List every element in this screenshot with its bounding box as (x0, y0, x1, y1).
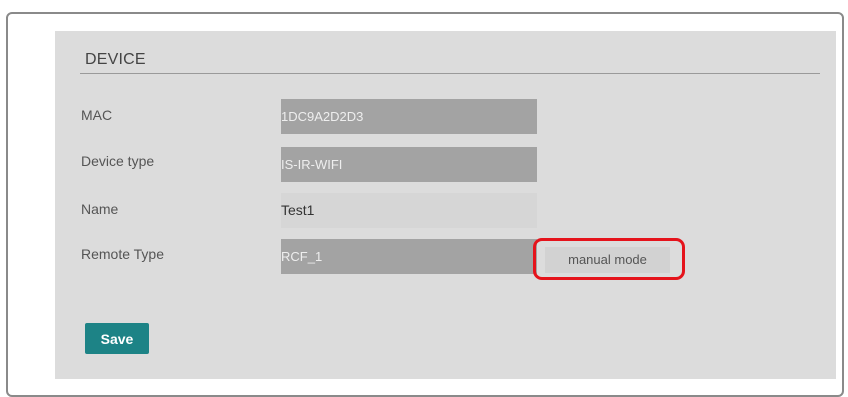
remote-type-value: RCF_1 (281, 249, 323, 264)
remote-type-label: Remote Type (81, 246, 165, 262)
device-type-value: IS-IR-WIFI (281, 157, 343, 172)
remote-type-field: RCF_1 (281, 239, 537, 274)
name-input[interactable] (281, 193, 537, 228)
device-type-field: IS-IR-WIFI (281, 147, 537, 182)
save-button[interactable]: Save (85, 323, 149, 354)
manual-mode-highlight[interactable]: manual mode (533, 238, 685, 280)
mac-label: MAC (81, 107, 113, 123)
mac-value: 1DC9A2D2D3 (281, 109, 364, 124)
name-label: Name (81, 201, 119, 217)
device-settings-panel: DEVICE MAC 1DC9A2D2D3 Device type IS-IR-… (55, 31, 836, 379)
section-title: DEVICE (85, 51, 146, 68)
device-type-label: Device type (81, 153, 155, 169)
section-divider (80, 73, 820, 74)
manual-mode-button[interactable]: manual mode (545, 247, 670, 273)
mac-field: 1DC9A2D2D3 (281, 99, 537, 134)
